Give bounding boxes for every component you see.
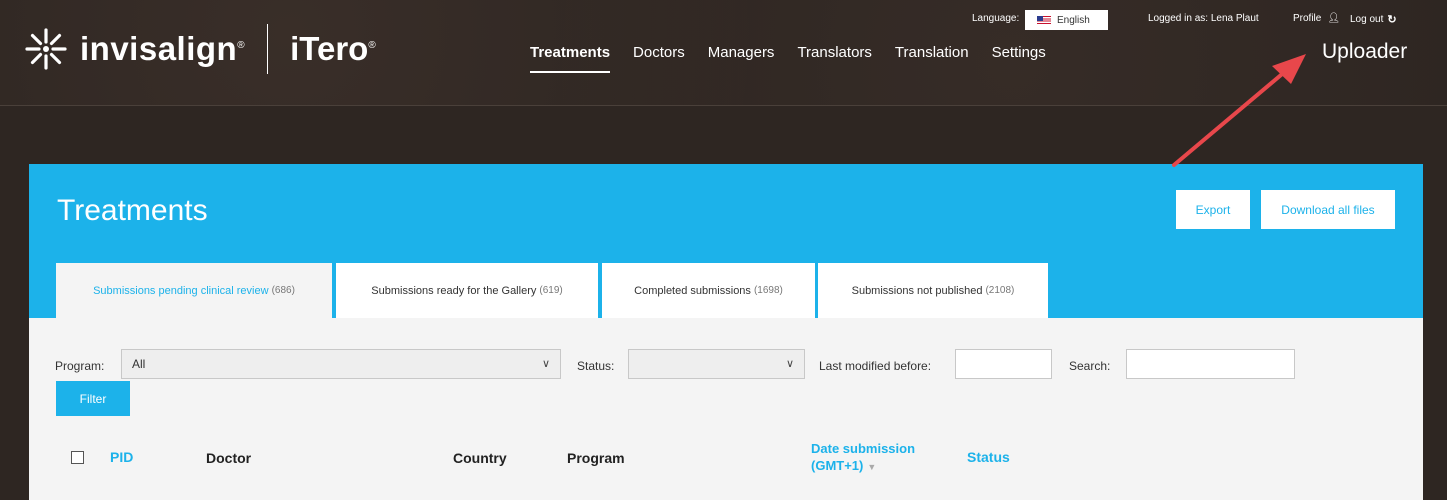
logged-in-user: Lena Plaut	[1210, 13, 1259, 24]
main-nav: Treatments Doctors Managers Translators …	[530, 44, 1069, 73]
language-value: English	[1057, 14, 1090, 26]
tab-label: Submissions pending clinical review	[93, 284, 269, 297]
brand-invisalign-text: invisalign®	[80, 30, 246, 67]
nav-translation[interactable]: Translation	[895, 44, 969, 73]
sort-down-icon: ▼	[867, 462, 877, 472]
last-modified-input[interactable]	[955, 349, 1052, 379]
program-select[interactable]: All ∨	[121, 349, 561, 379]
program-select-value: All	[132, 357, 146, 371]
column-doctor: Doctor	[206, 450, 252, 466]
nav-doctors[interactable]: Doctors	[633, 44, 685, 73]
nav-treatments[interactable]: Treatments	[530, 44, 611, 73]
column-date-submission[interactable]: Date submission (GMT+1) ▼	[811, 440, 915, 476]
person-icon: 👤︎	[1327, 13, 1341, 24]
chevron-down-icon: ∨	[785, 358, 794, 370]
column-status[interactable]: Status	[967, 449, 1010, 465]
tab-pending-clinical-review[interactable]: Submissions pending clinical review (686)	[56, 263, 332, 318]
search-label: Search:	[1069, 359, 1111, 373]
treatments-panel: Treatments Export Download all files Sub…	[29, 164, 1423, 318]
export-button[interactable]: Export	[1176, 190, 1250, 229]
tab-label: Submissions not published	[851, 284, 983, 297]
search-input[interactable]	[1126, 349, 1295, 379]
status-label: Status:	[577, 359, 615, 373]
tab-label: Submissions ready for the Gallery	[371, 284, 537, 297]
tab-count: (619)	[539, 285, 563, 296]
nav-settings[interactable]: Settings	[992, 44, 1046, 73]
logout-label: Log out	[1350, 14, 1384, 25]
arrow-icon	[1172, 54, 1306, 167]
brand-logo[interactable]: invisalign® iTero®	[24, 24, 376, 74]
logout-link[interactable]: Log out ↻	[1350, 13, 1397, 26]
us-flag-icon	[1037, 16, 1051, 24]
profile-link[interactable]: Profile 👤︎	[1293, 13, 1340, 24]
column-pid[interactable]: PID	[110, 449, 133, 465]
download-all-files-button[interactable]: Download all files	[1261, 190, 1395, 229]
last-modified-label: Last modified before:	[819, 359, 932, 373]
tab-count: (1698)	[753, 285, 783, 296]
tab-count: (686)	[271, 285, 295, 296]
filter-button[interactable]: Filter	[56, 381, 130, 416]
tab-not-published[interactable]: Submissions not published (2108)	[818, 263, 1048, 318]
profile-label: Profile	[1293, 13, 1322, 24]
page-title: Treatments	[57, 194, 208, 227]
star-icon	[25, 28, 67, 70]
status-select[interactable]: ∨	[628, 349, 805, 379]
tab-ready-for-gallery[interactable]: Submissions ready for the Gallery (619)	[336, 263, 598, 318]
column-country: Country	[453, 450, 507, 466]
brand-itero-text: iTero®	[290, 30, 376, 67]
tab-count: (2108)	[985, 285, 1015, 296]
column-program: Program	[567, 450, 625, 466]
nav-managers[interactable]: Managers	[708, 44, 775, 73]
tab-completed-submissions[interactable]: Completed submissions (1698)	[602, 263, 815, 318]
logged-in-info: Logged in as: Lena Plaut	[1148, 13, 1259, 24]
filters-and-table: Program: All ∨ Status: ∨ Last modified b…	[29, 318, 1423, 500]
user-role: Uploader	[1322, 40, 1408, 63]
chevron-down-icon: ∨	[541, 358, 550, 370]
logout-icon: ↻	[1387, 14, 1397, 26]
language-label: Language:	[972, 13, 1020, 24]
brand-divider	[267, 24, 269, 74]
nav-translators[interactable]: Translators	[797, 44, 871, 73]
language-select[interactable]: English	[1025, 10, 1108, 30]
select-all-checkbox[interactable]	[71, 451, 84, 464]
tab-label: Completed submissions	[634, 284, 751, 297]
program-label: Program:	[55, 359, 105, 373]
